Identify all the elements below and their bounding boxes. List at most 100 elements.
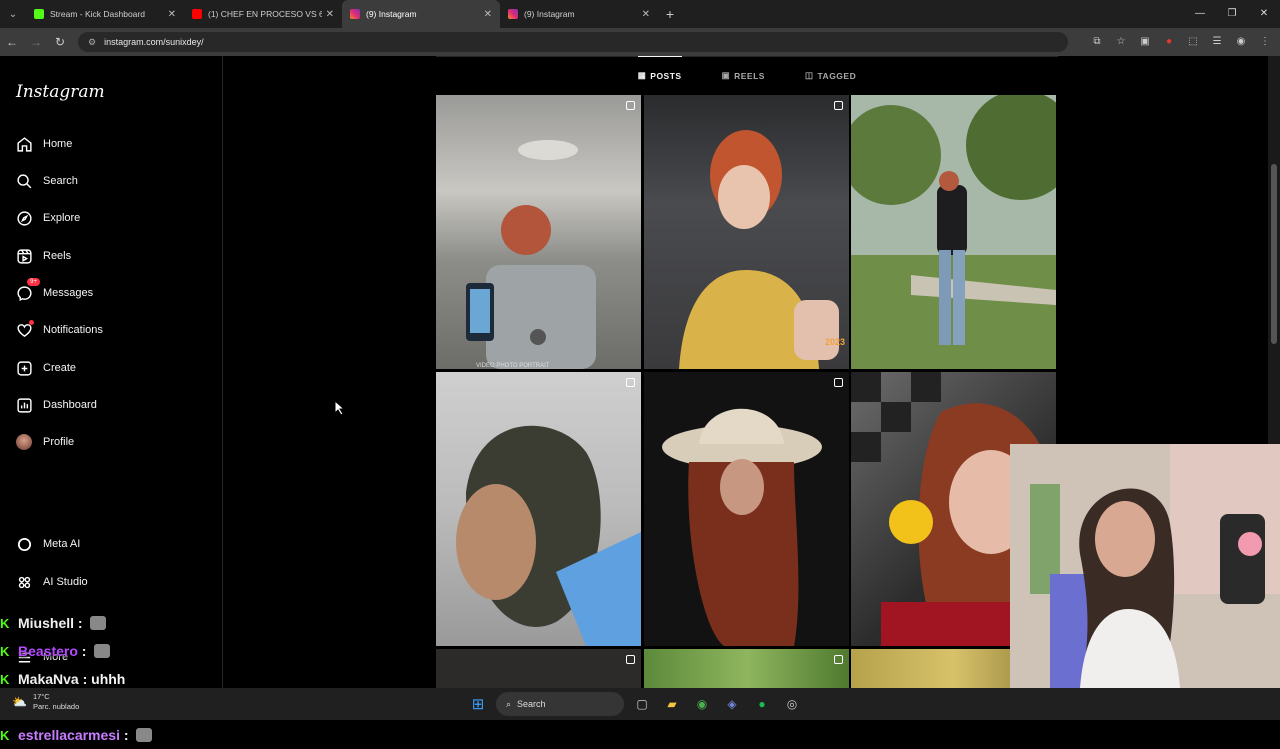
nav-meta-ai[interactable]: Meta AI	[15, 532, 80, 556]
profile-tabs: ▦ POSTS ▣ REELS ◫ TAGGED	[436, 56, 1058, 94]
nav-reels-label: Reels	[43, 250, 72, 262]
webcam-overlay	[1010, 444, 1280, 688]
heart-icon	[15, 320, 34, 339]
tab-tagged[interactable]: ◫ TAGGED	[805, 57, 856, 94]
webcam-image	[1010, 444, 1280, 688]
chat-username: estrellacarmesi	[18, 727, 120, 743]
chrome-icon[interactable]: ◉	[690, 692, 714, 716]
kick-icon: K	[0, 727, 10, 743]
home-icon	[15, 135, 33, 153]
minimize-icon[interactable]: —	[1184, 0, 1216, 28]
discord-icon[interactable]: ◈	[720, 692, 744, 716]
dashboard-icon	[15, 396, 33, 414]
post-tile[interactable]	[436, 372, 641, 646]
camera-modes-text: VIDEO PHOTO PORTRAIT	[476, 363, 550, 369]
nav-dashboard[interactable]: Dashboard	[15, 393, 97, 417]
messenger-icon: 9+	[15, 278, 40, 302]
close-tab-icon[interactable]: ✕	[642, 9, 650, 20]
carousel-icon	[834, 101, 843, 110]
date-overlay: 2023	[824, 337, 845, 347]
extension-red-icon[interactable]: ●	[1160, 32, 1178, 50]
emote-icon	[94, 644, 111, 658]
back-icon[interactable]: ←	[0, 35, 24, 49]
post-tile[interactable]	[644, 649, 849, 689]
close-tab-icon[interactable]: ✕	[326, 9, 334, 20]
plus-square-icon	[15, 359, 33, 377]
kick-icon: K	[0, 671, 10, 687]
nav-ai-studio[interactable]: AI Studio	[15, 570, 88, 594]
browser-tab-instagram-active[interactable]: (9) Instagram ✕	[342, 0, 500, 28]
spotify-icon[interactable]: ●	[750, 692, 774, 716]
post-tile[interactable]	[436, 649, 641, 689]
chat-text: uhhh	[91, 671, 126, 687]
nav-create[interactable]: Create	[15, 356, 76, 380]
posts-grid: VIDEO PHOTO PORTRAIT 2023	[436, 95, 1057, 695]
nav-profile[interactable]: Profile	[15, 430, 74, 454]
bookmark-star-icon[interactable]: ☆	[1112, 32, 1130, 50]
nav-messages[interactable]: 9+ Messages	[15, 278, 93, 305]
close-tab-icon[interactable]: ✕	[484, 9, 492, 20]
post-image	[466, 140, 596, 369]
site-info-icon[interactable]: ⚙	[88, 37, 96, 48]
browser-tab-youtube[interactable]: (1) CHEF EN PROCESO VS 6 MU ✕	[184, 0, 342, 28]
tab-tagged-label: TAGGED	[817, 70, 857, 81]
task-view-icon[interactable]: ▢	[630, 692, 654, 716]
install-app-icon[interactable]: ⧉	[1088, 32, 1106, 50]
new-tab-button[interactable]: +	[658, 6, 682, 22]
scrollbar-thumb[interactable]	[1271, 164, 1277, 344]
extension-icon[interactable]: ▣	[1136, 32, 1154, 50]
window-controls: — ❐ ✕	[1184, 0, 1280, 28]
nav-dashboard-label: Dashboard	[43, 399, 97, 411]
post-tile[interactable]	[851, 95, 1056, 369]
profile-avatar	[15, 433, 33, 451]
post-tile[interactable]: VIDEO PHOTO PORTRAIT	[436, 95, 641, 369]
emote-icon	[136, 728, 153, 742]
nav-notifications[interactable]: Notifications	[15, 318, 103, 342]
profile-avatar-icon[interactable]: ◉	[1232, 32, 1250, 50]
weather-widget[interactable]: ⛅ 17°C Parc. nublado	[12, 692, 79, 712]
weather-condition: Parc. nublado	[32, 702, 80, 711]
reading-list-icon[interactable]: ☰	[1208, 32, 1226, 50]
carousel-icon	[834, 655, 843, 664]
post-image	[456, 425, 641, 646]
extensions-puzzle-icon[interactable]: ⬚	[1184, 32, 1202, 50]
url-text: instagram.com/sunixdey/	[104, 37, 204, 47]
tagged-icon: ◫	[804, 70, 814, 80]
chat-message: K estrellacarmesi :	[0, 721, 230, 749]
nav-search[interactable]: Search	[15, 169, 78, 193]
close-tab-icon[interactable]: ✕	[168, 9, 176, 20]
post-image	[662, 408, 822, 646]
chat-username: Miushell	[18, 615, 75, 631]
tab-posts[interactable]: ▦ POSTS	[637, 56, 682, 94]
maximize-icon[interactable]: ❐	[1216, 0, 1248, 28]
kick-icon: K	[0, 643, 10, 659]
close-window-icon[interactable]: ✕	[1248, 0, 1280, 28]
browser-menu-icon[interactable]: ⋮	[1256, 32, 1274, 50]
nav-home[interactable]: Home	[15, 132, 72, 156]
meta-ai-icon	[15, 535, 33, 553]
post-tile[interactable]	[644, 372, 849, 646]
app-icon[interactable]: ◎	[780, 692, 804, 716]
nav-reels[interactable]: Reels	[15, 244, 71, 268]
tab-reels[interactable]: ▣ REELS	[722, 57, 765, 94]
nav-ai-studio-label: AI Studio	[43, 576, 88, 588]
instagram-logo[interactable]: Instagram	[16, 82, 105, 102]
nav-create-label: Create	[43, 362, 77, 374]
grid-icon: ▦	[637, 70, 647, 80]
tab-search-icon[interactable]: ⌄	[0, 0, 26, 28]
instagram-sidebar: Instagram Home Search Explore Reels 9+ M…	[0, 56, 223, 688]
browser-tab-kick[interactable]: Stream - Kick Dashboard ✕	[26, 0, 184, 28]
reload-icon[interactable]: ↻	[48, 35, 72, 49]
tab-reels-label: REELS	[734, 70, 765, 81]
file-explorer-icon[interactable]: ▰	[660, 692, 684, 716]
taskbar-search[interactable]: ⌕ Search	[496, 692, 624, 716]
taskbar-search-label: Search	[517, 699, 546, 709]
post-tile[interactable]: 2023	[644, 95, 849, 369]
tab-title: (9) Instagram	[366, 9, 417, 19]
forward-icon[interactable]: →	[24, 35, 48, 49]
post-image	[679, 130, 839, 369]
browser-tab-instagram[interactable]: (9) Instagram ✕	[500, 0, 658, 28]
nav-explore[interactable]: Explore	[15, 206, 80, 230]
windows-start-icon[interactable]: ⊞	[466, 692, 490, 716]
address-bar[interactable]: ⚙ instagram.com/sunixdey/	[78, 32, 1068, 52]
